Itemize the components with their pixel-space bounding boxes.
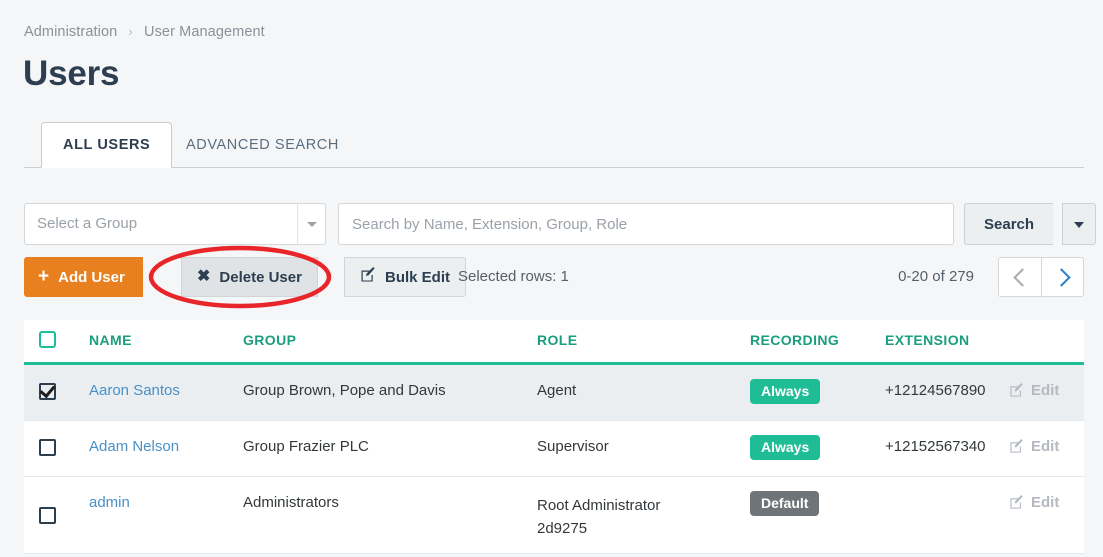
cell-edit[interactable]: Edit <box>1009 438 1059 455</box>
user-name-link[interactable]: admin <box>89 494 130 511</box>
pencil-square-icon <box>360 267 376 287</box>
cell-role: Agent <box>537 382 577 399</box>
bulk-edit-button-label: Bulk Edit <box>385 268 451 286</box>
pencil-square-icon <box>1009 439 1024 454</box>
cell-edit[interactable]: Edit <box>1009 382 1059 399</box>
tab-all-users[interactable]: ALL USERS <box>41 122 173 168</box>
edit-link[interactable]: Edit <box>1009 438 1059 455</box>
edit-link[interactable]: Edit <box>1009 382 1059 399</box>
column-header-name[interactable]: NAME <box>89 332 132 348</box>
row-checkbox[interactable] <box>39 383 56 404</box>
table-header-row: NAME GROUP ROLE RECORDING EXTENSION <box>24 320 1084 365</box>
cell-group: Group Frazier PLC <box>243 438 369 455</box>
chevron-right-icon <box>1052 268 1071 287</box>
cell-group: Administrators <box>243 494 339 511</box>
add-user-button-label: Add User <box>58 268 125 286</box>
status-badge: Always <box>750 435 821 460</box>
plus-icon: + <box>38 265 50 287</box>
edit-link-label: Edit <box>1031 382 1060 399</box>
status-badge: Always <box>750 379 821 404</box>
select-all-checkbox[interactable] <box>39 331 56 351</box>
row-checkbox[interactable] <box>39 507 56 528</box>
cell-role: Root Administrator 2d9275 <box>537 497 661 537</box>
pencil-square-icon <box>1009 495 1024 510</box>
edit-link[interactable]: Edit <box>1009 494 1059 511</box>
selected-rows-status: Selected rows: 1 <box>458 268 569 285</box>
bulk-edit-button[interactable]: Bulk Edit <box>344 257 467 297</box>
cell-name: admin <box>89 494 130 511</box>
cell-recording: Default <box>750 491 820 516</box>
delete-user-button[interactable]: ✖ Delete User <box>181 257 318 297</box>
filter-row: Select a Group Search <box>24 203 1096 245</box>
breadcrumb-separator-icon: › <box>128 24 133 39</box>
action-toolbar: + Add User ✖ Delete User Bulk Edit Selec… <box>24 257 1084 297</box>
cross-icon: ✖ <box>197 268 211 285</box>
cell-recording: Always <box>750 379 821 404</box>
column-header-group[interactable]: GROUP <box>243 332 296 348</box>
edit-link-label: Edit <box>1031 494 1060 511</box>
pagination-count: 0-20 of 279 <box>898 268 974 285</box>
column-header-role[interactable]: ROLE <box>537 332 578 348</box>
table-row[interactable]: Aaron Santos Group Brown, Pope and Davis… <box>24 365 1084 421</box>
user-name-link[interactable]: Adam Nelson <box>89 438 179 455</box>
delete-user-button-label: Delete User <box>219 268 302 286</box>
cell-edit[interactable]: Edit <box>1009 494 1059 511</box>
chevron-down-icon[interactable] <box>297 204 325 244</box>
user-name-link[interactable]: Aaron Santos <box>89 382 180 399</box>
breadcrumb-item-user-management[interactable]: User Management <box>144 24 265 40</box>
table-row[interactable]: admin Administrators Root Administrator … <box>24 477 1084 554</box>
page-title: Users <box>23 54 120 93</box>
search-input[interactable] <box>338 203 954 245</box>
group-select[interactable]: Select a Group <box>24 203 326 245</box>
checkbox-icon <box>39 507 56 524</box>
add-user-button[interactable]: + Add User <box>24 257 143 297</box>
checkbox-checked-icon <box>39 383 56 400</box>
cell-name: Adam Nelson <box>89 438 179 455</box>
search-dropdown-caret-icon[interactable] <box>1062 203 1096 245</box>
cell-role: Supervisor <box>537 438 609 455</box>
tab-bar: ALL USERS ADVANCED SEARCH <box>24 122 1084 168</box>
pencil-square-icon <box>1009 383 1024 398</box>
column-header-recording[interactable]: RECORDING <box>750 332 839 348</box>
table-row[interactable]: Adam Nelson Group Frazier PLC Supervisor… <box>24 421 1084 477</box>
users-table: NAME GROUP ROLE RECORDING EXTENSION Aaro… <box>24 320 1084 554</box>
column-header-extension[interactable]: EXTENSION <box>885 332 970 348</box>
checkbox-icon <box>39 331 56 348</box>
cell-extension: +12152567340 <box>885 438 986 455</box>
search-button[interactable]: Search <box>964 203 1054 245</box>
checkbox-icon <box>39 439 56 456</box>
edit-link-label: Edit <box>1031 438 1060 455</box>
pagination-next-button[interactable] <box>1041 257 1084 297</box>
tab-advanced-search[interactable]: ADVANCED SEARCH <box>164 122 361 168</box>
cell-recording: Always <box>750 435 821 460</box>
pagination-previous-button[interactable] <box>998 257 1041 297</box>
cell-group: Group Brown, Pope and Davis <box>243 382 446 399</box>
breadcrumb: Administration › User Management <box>24 24 265 40</box>
breadcrumb-item-administration[interactable]: Administration <box>24 24 117 40</box>
cell-name: Aaron Santos <box>89 382 180 399</box>
cell-extension: +12124567890 <box>885 382 986 399</box>
row-checkbox[interactable] <box>39 439 56 460</box>
chevron-left-icon <box>1013 268 1032 287</box>
status-badge: Default <box>750 491 820 516</box>
group-select-label: Select a Group <box>37 215 138 232</box>
pagination-controls <box>998 257 1084 297</box>
